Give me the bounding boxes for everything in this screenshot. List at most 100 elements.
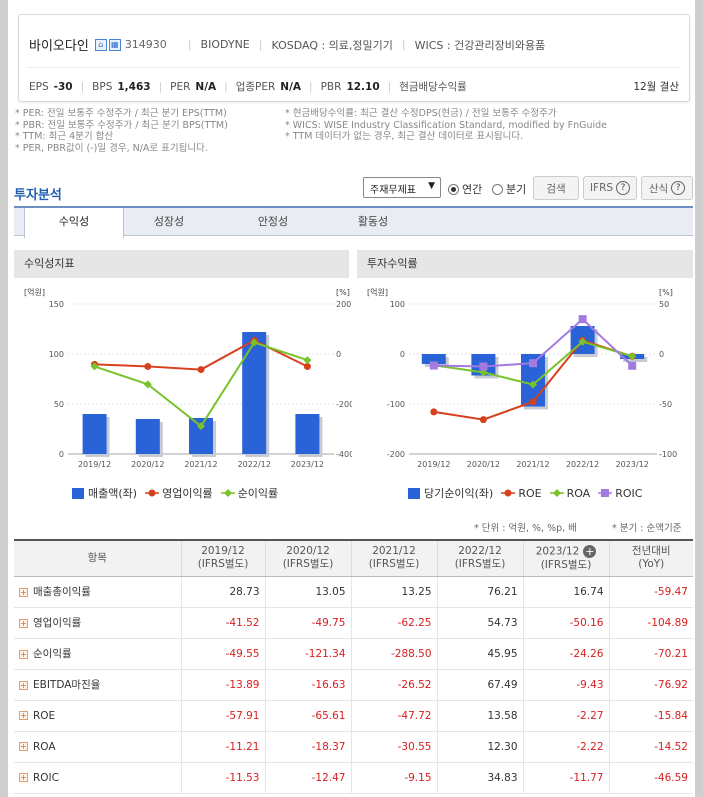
divider: | xyxy=(309,80,313,93)
notes-right: * 현금배당수익률: 최근 결산 수정DPS(현금) / 전일 보통주 수정주가… xyxy=(285,108,607,143)
divider: | xyxy=(224,80,228,93)
data-point xyxy=(479,416,487,424)
legend-item: 순이익률 xyxy=(220,485,279,501)
market-label: KOSDAQ : 의료,정밀기기 xyxy=(271,38,393,52)
divider: | xyxy=(187,38,192,51)
select-value: 주재무제표 xyxy=(370,185,416,196)
row-label[interactable]: + ROE xyxy=(14,700,181,732)
table-cell: -11.53 xyxy=(180,762,265,794)
header-yoy: 전년대비 (YoY) xyxy=(608,539,693,577)
table-row: + ROE -57.91 -65.61 -47.72 13.58 -2.27 -15.84 xyxy=(14,700,693,732)
table-row: + ROA -11.21 -18.37 -30.55 12.30 -2.22 -14.52 xyxy=(14,731,693,763)
row-label-text: 매출총이익률 xyxy=(33,586,91,598)
building-icon[interactable]: ▦ xyxy=(108,38,121,51)
company-card: 바이오다인 ⌂ ▦ 314930 | BIODYNE | KOSDAQ : 의료… xyxy=(18,14,690,102)
legend-line-swatch xyxy=(220,489,235,497)
y2-tick-label: -400 xyxy=(336,450,352,459)
radio-unchecked-icon xyxy=(492,183,503,195)
legend-label: 순이익률 xyxy=(237,487,279,500)
tab-stability[interactable]: 안정성 xyxy=(223,208,323,236)
table-cell: 13.58 xyxy=(436,700,523,732)
expand-row-icon[interactable]: + xyxy=(19,773,28,782)
yoy-cell: -70.21 xyxy=(608,638,693,670)
bar xyxy=(295,414,320,454)
chart-panel-title-left: 수익성지표 xyxy=(14,250,349,278)
x-tick-label: 2022/12 xyxy=(238,460,271,469)
data-point xyxy=(197,366,205,374)
y2-tick-label: 50 xyxy=(659,300,669,309)
note-line: * PER: 전일 보통주 수정주가 / 최근 분기 EPS(TTM) xyxy=(15,108,227,119)
chevron-down-icon: ▼ xyxy=(428,181,435,191)
formula-label: 산식 xyxy=(648,182,669,195)
row-label-text: ROIC xyxy=(33,771,59,784)
table-cell: 28.73 xyxy=(180,576,265,608)
data-point xyxy=(430,408,438,416)
home-icon[interactable]: ⌂ xyxy=(94,38,107,51)
row-label[interactable]: + 순이익률 xyxy=(14,638,181,670)
search-button[interactable]: 검색 xyxy=(533,176,579,200)
expand-row-icon[interactable]: + xyxy=(19,618,28,628)
data-point xyxy=(529,398,537,406)
tab-profitability[interactable]: 수익성 xyxy=(24,208,124,238)
row-label[interactable]: + 영업이익률 xyxy=(14,607,181,639)
bar xyxy=(135,419,160,454)
x-tick-label: 2023/12 xyxy=(616,460,649,469)
y2-tick-label: 0 xyxy=(659,350,664,359)
radio-quarter[interactable]: 분기 xyxy=(492,181,526,197)
help-icon: ? xyxy=(671,181,686,195)
search-button-label: 검색 xyxy=(546,182,566,195)
expand-columns-icon[interactable]: + xyxy=(583,545,597,558)
table-row: + 순이익률 -49.55 -121.34 -288.50 45.95 -24.26 -70.… xyxy=(14,638,693,670)
settlement-label: 12월 결산 xyxy=(633,81,679,93)
table-cell: -30.55 xyxy=(350,731,437,763)
statement-select[interactable]: 주재무제표 ▼ xyxy=(363,177,441,198)
note-line: * 현금배당수익률: 최근 결산 수정DPS(현금) / 전일 보통주 수정주가 xyxy=(285,108,557,119)
divider: | xyxy=(387,80,392,93)
expand-row-icon[interactable]: + xyxy=(19,711,28,720)
table-cell: -41.52 xyxy=(180,607,265,639)
formula-help-button[interactable]: 산식 ? xyxy=(641,176,693,200)
scrollbar[interactable] xyxy=(695,0,703,797)
data-point xyxy=(303,363,311,371)
table-cell: -24.26 xyxy=(522,638,609,670)
table-cell: -2.27 xyxy=(522,700,609,732)
tab-activity[interactable]: 활동성 xyxy=(323,208,423,236)
divider: | xyxy=(158,80,163,93)
table-cell: 76.21 xyxy=(436,576,523,608)
left-margin xyxy=(0,0,8,797)
left-axis-unit: [억원] xyxy=(367,287,388,297)
yoy-cell: -14.52 xyxy=(608,731,693,763)
expand-row-icon[interactable]: + xyxy=(19,587,28,597)
expand-row-icon[interactable]: + xyxy=(19,680,28,690)
table-cell: -12.47 xyxy=(264,762,351,794)
company-name[interactable]: 바이오다인 xyxy=(29,35,89,54)
expand-row-icon[interactable]: + xyxy=(19,742,28,751)
legend-line-swatch xyxy=(549,489,564,497)
data-point xyxy=(303,356,312,365)
table-cell: -26.52 xyxy=(350,669,437,701)
expand-row-icon[interactable]: + xyxy=(19,649,28,659)
right-axis-unit: [%] xyxy=(659,288,673,297)
legend-bar-swatch xyxy=(72,487,84,499)
table-cell: -288.50 xyxy=(350,638,437,670)
tab-growth[interactable]: 성장성 xyxy=(119,208,219,236)
table-cell: 54.73 xyxy=(436,607,523,639)
quarter-note: * 분기 : 순액기준 xyxy=(612,523,682,534)
y2-tick-label: 200 xyxy=(336,300,351,309)
legend-label: 당기순이익(좌) xyxy=(424,487,494,500)
table-cell: -47.72 xyxy=(350,700,437,732)
row-label[interactable]: + 매출총이익률 xyxy=(14,576,181,608)
legend-item: 당기순이익(좌) xyxy=(408,485,493,501)
legend-label: ROA xyxy=(566,486,591,500)
legend-item: ROIC xyxy=(598,487,642,500)
row-label[interactable]: + ROA xyxy=(14,731,181,763)
notes-left: * PER: 전일 보통주 수정주가 / 최근 분기 EPS(TTM) * PB… xyxy=(15,108,228,154)
ifrs-help-button[interactable]: IFRS ? xyxy=(583,176,637,200)
row-label[interactable]: + EBITDA마진율 xyxy=(14,669,181,701)
ifrs-label: IFRS xyxy=(589,182,614,194)
radio-annual[interactable]: 연간 xyxy=(448,181,482,197)
company-eng-name: BIODYNE xyxy=(200,38,250,51)
header-year: 2023/12 + (IFRS별도) xyxy=(522,539,609,577)
company-code: 314930 xyxy=(124,38,167,51)
row-label[interactable]: + ROIC xyxy=(14,762,181,794)
